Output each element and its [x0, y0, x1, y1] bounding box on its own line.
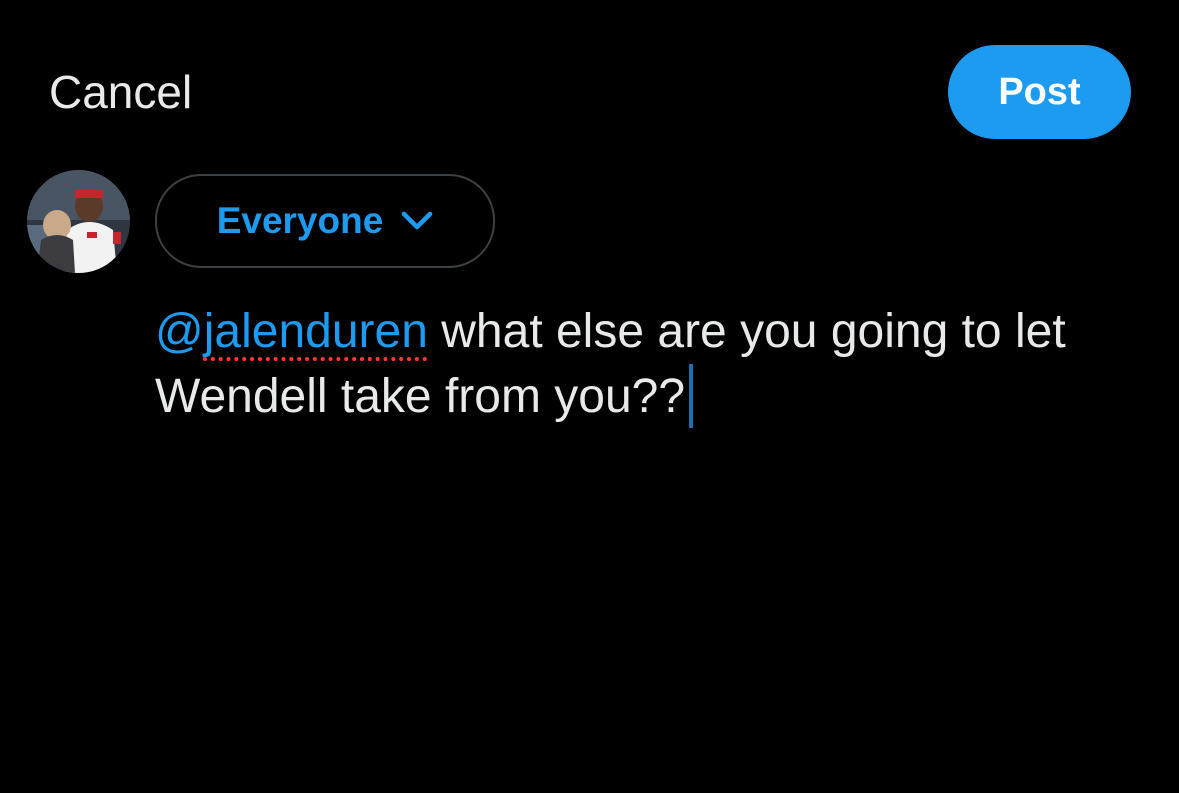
post-text-input[interactable]: @jalenduren what else are you going to l… [155, 300, 1115, 429]
mention-at: @ [155, 305, 204, 358]
audience-selector[interactable]: Everyone [155, 174, 495, 268]
audience-label: Everyone [216, 200, 384, 241]
mention-username: jalenduren [203, 305, 428, 358]
post-button[interactable]: Post [948, 45, 1131, 139]
avatar[interactable] [27, 170, 130, 273]
cancel-button[interactable]: Cancel [49, 64, 192, 120]
mention-link[interactable]: @jalenduren [155, 305, 428, 358]
text-cursor [689, 364, 694, 428]
chevron-down-icon [401, 211, 433, 231]
avatar-image [27, 170, 130, 273]
post-button-label: Post [998, 70, 1081, 113]
